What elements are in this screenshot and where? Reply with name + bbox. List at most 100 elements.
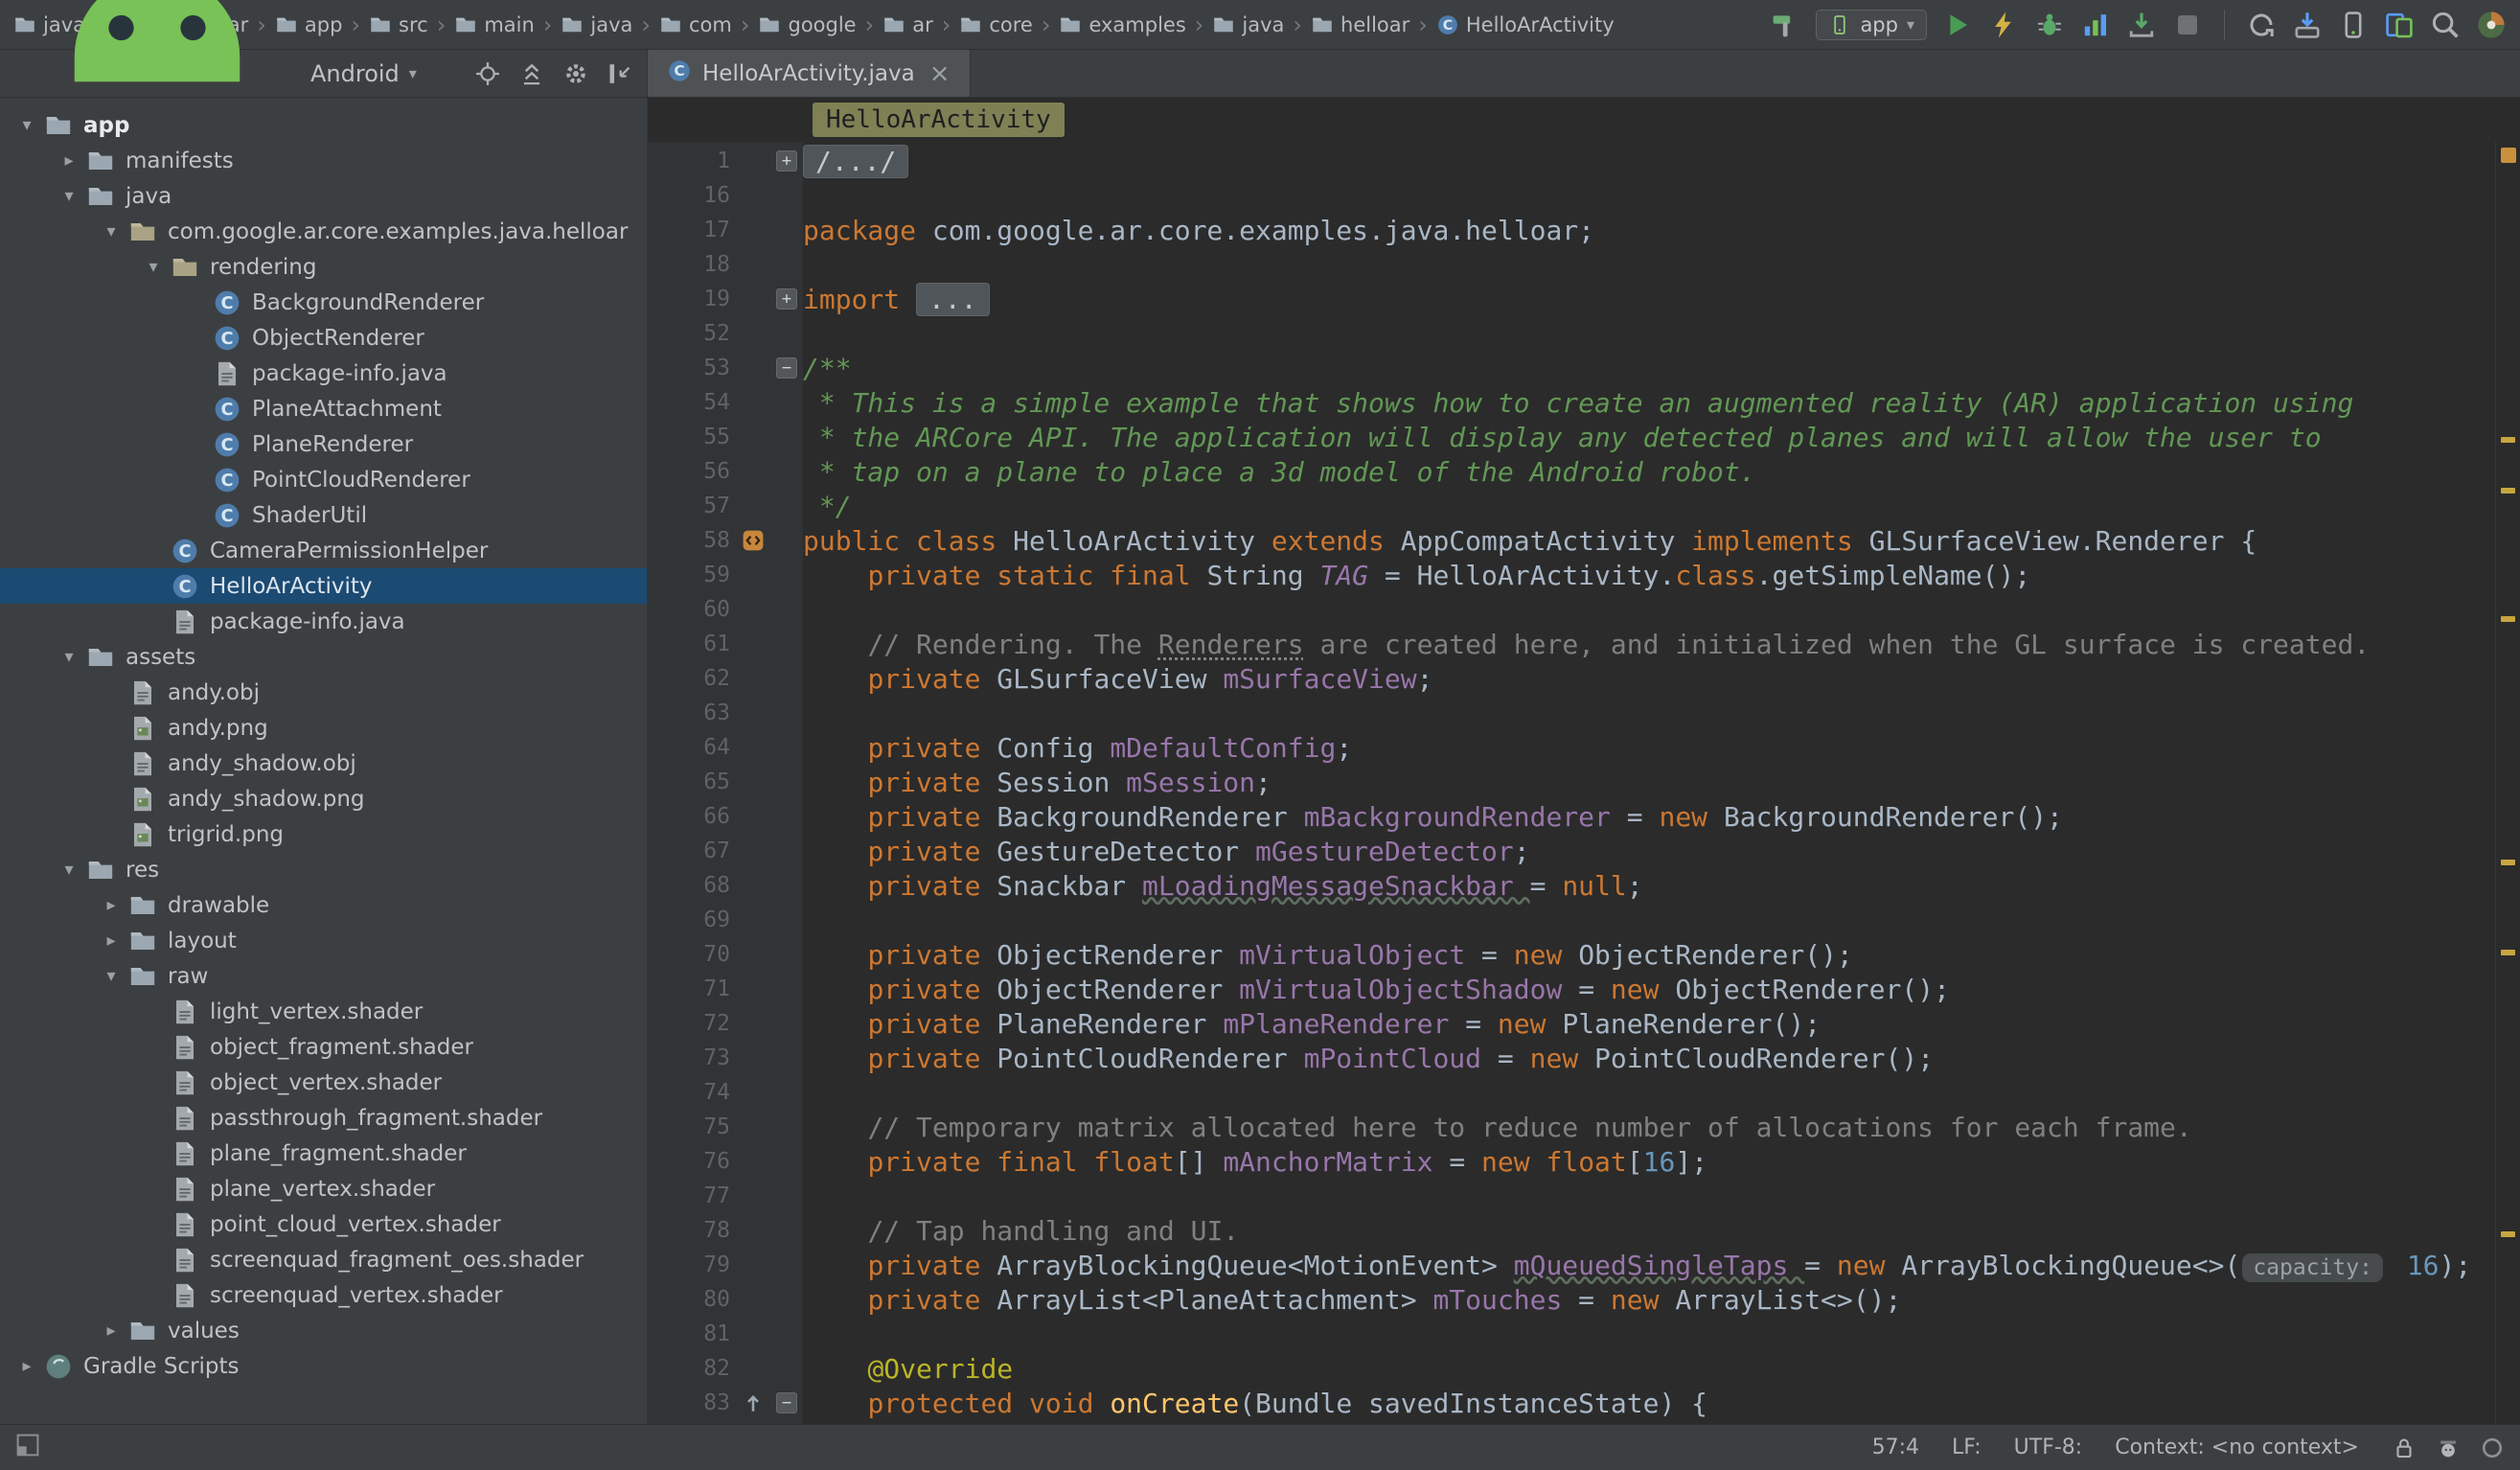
editor-tab[interactable]: C HelloArActivity.java ×: [648, 50, 971, 97]
tree-item[interactable]: CHelloArActivity: [0, 568, 647, 604]
avd-manager-icon[interactable]: [2338, 10, 2369, 40]
code-line[interactable]: 52: [648, 316, 2495, 351]
tree-item[interactable]: ▾app: [0, 107, 647, 143]
code-line[interactable]: 59 private static final String TAG = Hel…: [648, 558, 2495, 592]
code-line[interactable]: 64 private Config mDefaultConfig;: [648, 730, 2495, 765]
collapse-all-icon[interactable]: [518, 60, 545, 87]
tree-item[interactable]: ▾com.google.ar.core.examples.java.helloa…: [0, 214, 647, 249]
tree-item[interactable]: andy.png: [0, 710, 647, 746]
breadcrumb-item[interactable]: CHelloArActivity: [1436, 13, 1615, 36]
tree-item[interactable]: ▸manifests: [0, 143, 647, 178]
code-line[interactable]: 56 * tap on a plane to place a 3d model …: [648, 454, 2495, 489]
line-number[interactable]: 65: [648, 769, 736, 794]
tree-item[interactable]: ▾raw: [0, 958, 647, 994]
code-line[interactable]: 75 // Temporary matrix allocated here to…: [648, 1110, 2495, 1144]
tree-item[interactable]: CObjectRenderer: [0, 320, 647, 356]
breadcrumb-item[interactable]: google: [758, 13, 856, 36]
chevron-down-icon[interactable]: ▾: [94, 966, 128, 986]
line-number[interactable]: 68: [648, 873, 736, 898]
line-number[interactable]: 79: [648, 1252, 736, 1277]
tree-item[interactable]: ▾res: [0, 852, 647, 887]
code-line[interactable]: 81: [648, 1317, 2495, 1351]
tree-item[interactable]: object_vertex.shader: [0, 1065, 647, 1100]
warning-stripe-mark[interactable]: [2501, 950, 2515, 955]
tree-item[interactable]: trigrid.png: [0, 816, 647, 852]
code-line[interactable]: 55 * the ARCore API. The application wil…: [648, 420, 2495, 454]
line-number[interactable]: 55: [648, 425, 736, 449]
tree-item[interactable]: ▾java: [0, 178, 647, 214]
apply-changes-icon[interactable]: [1988, 10, 2019, 40]
highlight-level-icon[interactable]: [2436, 1436, 2461, 1460]
hide-panel-icon[interactable]: [607, 60, 633, 87]
line-number[interactable]: 69: [648, 907, 736, 932]
build-hammer-icon[interactable]: [1770, 10, 1800, 40]
fold-expand-icon[interactable]: +: [776, 150, 797, 172]
line-number[interactable]: 78: [648, 1218, 736, 1243]
file-encoding[interactable]: UTF-8:: [2014, 1436, 2083, 1459]
code-line[interactable]: 83− protected void onCreate(Bundle saved…: [648, 1386, 2495, 1420]
tree-item[interactable]: CPlaneRenderer: [0, 426, 647, 462]
tree-item[interactable]: ▾rendering: [0, 249, 647, 285]
tree-item[interactable]: ▸layout: [0, 923, 647, 958]
install-run-icon[interactable]: [2126, 10, 2157, 40]
line-number[interactable]: 76: [648, 1149, 736, 1174]
code-line[interactable]: 57 */: [648, 489, 2495, 523]
attach-debugger-icon[interactable]: [2034, 10, 2065, 40]
code-line[interactable]: 65 private Session mSession;: [648, 765, 2495, 799]
line-number[interactable]: 75: [648, 1114, 736, 1139]
line-number[interactable]: 16: [648, 183, 736, 208]
code-line[interactable]: 78 // Tap handling and UI.: [648, 1213, 2495, 1248]
code-line[interactable]: 18: [648, 247, 2495, 282]
sdk-manager-icon[interactable]: [2292, 10, 2323, 40]
line-number[interactable]: 73: [648, 1045, 736, 1070]
chevron-down-icon[interactable]: ▾: [52, 186, 86, 206]
code-line[interactable]: 76 private final float[] mAnchorMatrix =…: [648, 1144, 2495, 1179]
line-number[interactable]: 63: [648, 701, 736, 725]
inspection-status-indicator[interactable]: [2501, 148, 2516, 163]
line-number[interactable]: 77: [648, 1183, 736, 1208]
code-line[interactable]: 70 private ObjectRenderer mVirtualObject…: [648, 937, 2495, 972]
class-gutter-icon[interactable]: [741, 528, 766, 553]
line-number[interactable]: 18: [648, 252, 736, 277]
tree-item[interactable]: plane_vertex.shader: [0, 1171, 647, 1206]
breadcrumb-item[interactable]: java: [1212, 13, 1284, 36]
code-line[interactable]: 1+/.../: [648, 144, 2495, 178]
line-number[interactable]: 17: [648, 218, 736, 242]
settings-gear-icon[interactable]: [562, 60, 589, 87]
line-number[interactable]: 82: [648, 1356, 736, 1381]
code-line[interactable]: 63: [648, 696, 2495, 730]
code-line[interactable]: 67 private GestureDetector mGestureDetec…: [648, 834, 2495, 868]
device-file-explorer-icon[interactable]: [2384, 10, 2415, 40]
tree-item[interactable]: point_cloud_vertex.shader: [0, 1206, 647, 1242]
line-number[interactable]: 81: [648, 1321, 736, 1346]
tree-item[interactable]: object_fragment.shader: [0, 1029, 647, 1065]
line-number[interactable]: 1: [648, 149, 736, 173]
readonly-lock-icon[interactable]: [2392, 1436, 2417, 1460]
code-line[interactable]: 80 private ArrayList<PlaneAttachment> mT…: [648, 1282, 2495, 1317]
tree-item[interactable]: CPlaneAttachment: [0, 391, 647, 426]
line-number[interactable]: 57: [648, 494, 736, 518]
chevron-down-icon[interactable]: ▾: [10, 115, 44, 135]
fold-collapse-icon[interactable]: −: [776, 357, 797, 379]
chevron-down-icon[interactable]: ▾: [136, 257, 171, 277]
stop-icon[interactable]: [2172, 10, 2203, 40]
code-line[interactable]: 73 private PointCloudRenderer mPointClou…: [648, 1041, 2495, 1075]
caret-position[interactable]: 57:4: [1872, 1436, 1919, 1459]
tree-item[interactable]: light_vertex.shader: [0, 994, 647, 1029]
code-line[interactable]: 68 private Snackbar mLoadingMessageSnack…: [648, 868, 2495, 903]
line-number[interactable]: 56: [648, 459, 736, 484]
fold-collapse-icon[interactable]: −: [776, 1392, 797, 1413]
warning-stripe-mark[interactable]: [2501, 1231, 2515, 1237]
tree-item[interactable]: ▾assets: [0, 639, 647, 675]
sync-gradle-icon[interactable]: [2246, 10, 2277, 40]
close-icon[interactable]: ×: [929, 61, 951, 86]
code-line[interactable]: 54 * This is a simple example that shows…: [648, 385, 2495, 420]
line-number[interactable]: 71: [648, 976, 736, 1001]
chevron-down-icon[interactable]: ▾: [52, 860, 86, 880]
warning-stripe-mark[interactable]: [2501, 860, 2515, 865]
tree-item[interactable]: ▸drawable: [0, 887, 647, 923]
code-line[interactable]: 61 // Rendering. The Renderers are creat…: [648, 627, 2495, 661]
run-config-selector[interactable]: app▾: [1816, 10, 1927, 40]
profiler-icon[interactable]: [2080, 10, 2111, 40]
chevron-right-icon[interactable]: ▸: [10, 1356, 44, 1376]
